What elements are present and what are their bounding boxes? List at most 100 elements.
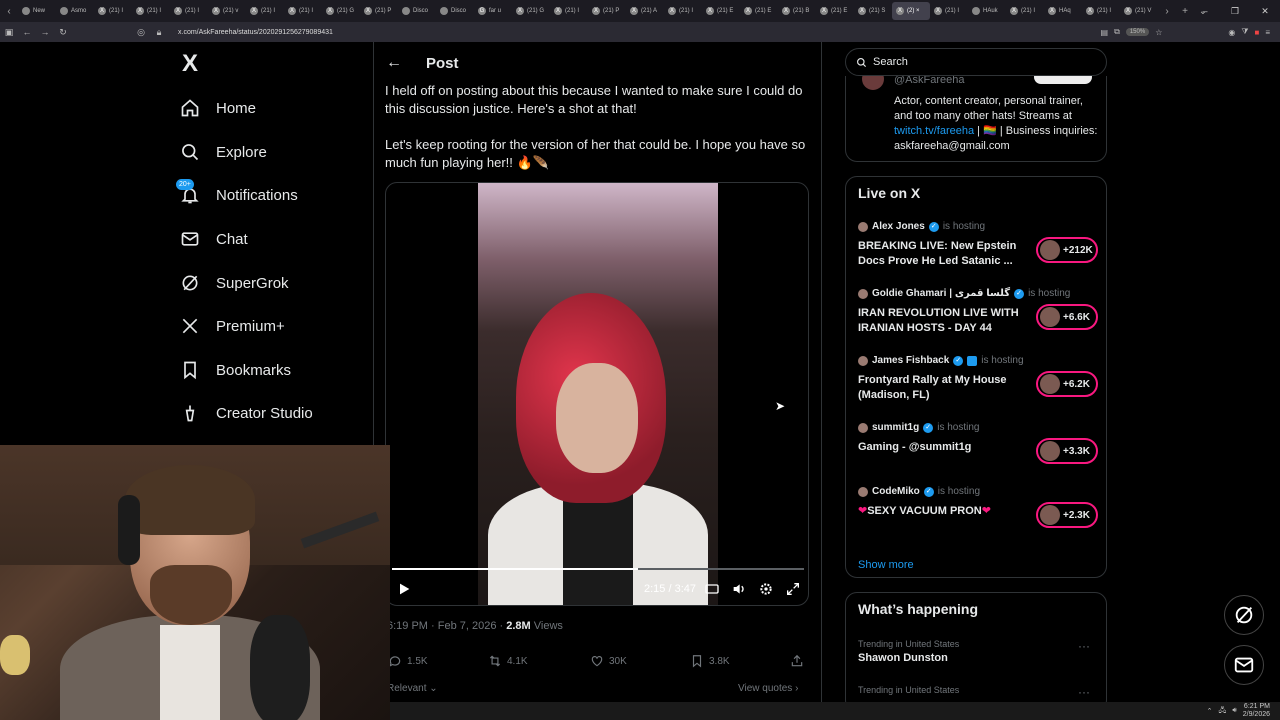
more-options-icon[interactable]: ···	[1078, 639, 1090, 653]
browser-tab[interactable]: X (21) G	[322, 2, 360, 20]
browser-tab[interactable]: X (21) S	[854, 2, 892, 20]
listener-pill[interactable]: +6.2K	[1036, 371, 1098, 397]
search-input[interactable]: Search	[845, 48, 1107, 76]
listener-pill[interactable]: +3.3K	[1036, 438, 1098, 464]
live-item[interactable]: James Fishback ✓ is hosting Frontyard Rally…	[858, 355, 1098, 415]
tab-scroll-left-icon[interactable]: ‹	[0, 6, 18, 17]
minimize-icon[interactable]: –	[1190, 6, 1220, 16]
tab-scroll-right-icon[interactable]: ›	[1158, 6, 1176, 17]
extension-red-icon[interactable]: ■	[1254, 28, 1259, 37]
live-item[interactable]: Goldie Ghamari | گلسا قمری ✓ is hosting IRA…	[858, 288, 1098, 348]
browser-tab[interactable]: X (21) P	[588, 2, 626, 20]
reply-button[interactable]: 1.5K	[388, 654, 428, 668]
volume-tray-icon[interactable]: 🔊︎	[1232, 707, 1236, 715]
url-input[interactable]: x.com/AskFareeha/status/2020291256279089…	[178, 29, 333, 36]
reload-icon[interactable]: ↻	[54, 27, 72, 38]
star-icon[interactable]: ☆	[1155, 28, 1162, 37]
browser-tab[interactable]: Asmo	[56, 2, 94, 20]
browser-tab[interactable]: X (21) I	[550, 2, 588, 20]
show-more-link[interactable]: Show more	[858, 559, 914, 571]
play-icon[interactable]	[396, 581, 412, 597]
menu-icon[interactable]: ≡	[1265, 28, 1270, 37]
tray-chevron-icon[interactable]: ⌃	[1207, 707, 1213, 715]
volume-icon[interactable]	[731, 581, 747, 597]
back-nav-icon[interactable]: ←	[18, 27, 36, 37]
pip-icon[interactable]: ⧉	[1114, 27, 1120, 37]
repost-button[interactable]: 4.1K	[488, 654, 528, 668]
browser-tab[interactable]: Disco	[436, 2, 474, 20]
lock-icon[interactable]: 🔒︎	[150, 27, 168, 38]
browser-tab[interactable]: X (21) v	[208, 2, 246, 20]
listener-pill[interactable]: +2.3K	[1036, 502, 1098, 528]
view-quotes-link[interactable]: View quotes ›	[738, 683, 798, 694]
browser-tab[interactable]: X (21) I	[132, 2, 170, 20]
browser-tab[interactable]: X (21) G	[512, 2, 550, 20]
reply-sort-dropdown[interactable]: Relevant ⌄	[387, 683, 438, 694]
grok-fab-button[interactable]	[1224, 595, 1264, 635]
nav-item-bookmarks[interactable]: Bookmarks	[180, 355, 291, 385]
nav-item-chat[interactable]: Chat	[180, 224, 248, 254]
extensions-icon[interactable]: ⧩	[1241, 27, 1248, 37]
browser-tab[interactable]: X (2) ×	[892, 2, 930, 20]
settings-gear-icon[interactable]	[758, 581, 774, 597]
trend-item[interactable]: Trending in United States ···	[858, 685, 1098, 699]
browser-tab[interactable]: X (21) I	[170, 2, 208, 20]
sidebar-toggle-icon[interactable]: ▣	[0, 27, 18, 38]
like-button[interactable]: 30K	[590, 654, 627, 668]
x-logo-icon[interactable]: X	[182, 52, 206, 76]
nav-item-explore[interactable]: Explore	[180, 137, 267, 167]
network-icon[interactable]: 🖧︎	[1219, 706, 1227, 717]
browser-tab[interactable]: X (21) I	[664, 2, 702, 20]
follow-button[interactable]	[1034, 76, 1092, 84]
listener-pill[interactable]: +212K	[1036, 237, 1098, 263]
back-arrow-icon[interactable]: ←	[386, 54, 406, 72]
messages-fab-button[interactable]	[1224, 645, 1264, 685]
forward-nav-icon[interactable]: →	[36, 27, 54, 37]
bio-link[interactable]: twitch.tv/fareeha	[894, 125, 974, 137]
video-player[interactable]: 2:15 / 3:47	[385, 182, 809, 606]
browser-tab[interactable]: X (21) E	[816, 2, 854, 20]
browser-tab[interactable]: X (21) E	[702, 2, 740, 20]
live-item[interactable]: summit1g ✓ is hosting Gaming - @summit1g +3.…	[858, 422, 1098, 482]
browser-tab[interactable]: X (21) I	[284, 2, 322, 20]
captions-icon[interactable]	[704, 581, 720, 597]
browser-tab[interactable]: X (21) V	[1120, 2, 1158, 20]
listener-pill[interactable]: +6.6K	[1036, 304, 1098, 330]
nav-item-premium[interactable]: Premium+	[180, 311, 285, 341]
share-button[interactable]	[790, 654, 804, 668]
browser-tab[interactable]: X (21) B	[778, 2, 816, 20]
browser-tab[interactable]: X HAq	[1044, 2, 1082, 20]
profile-handle[interactable]: @AskFareeha	[894, 76, 964, 86]
close-window-icon[interactable]: ✕	[1250, 6, 1280, 17]
reader-icon[interactable]: ▤	[1101, 28, 1109, 37]
restore-icon[interactable]: ❐	[1220, 6, 1250, 17]
browser-tab[interactable]: X (21) P	[360, 2, 398, 20]
browser-tab[interactable]: X (21) I	[94, 2, 132, 20]
video-progress-bar[interactable]	[392, 568, 804, 570]
profile-avatar[interactable]	[862, 76, 884, 90]
browser-tab[interactable]: X (21) I	[1082, 2, 1120, 20]
browser-tab[interactable]: HAuk	[968, 2, 1006, 20]
live-item[interactable]: Alex Jones ✓ is hosting BREAKING LIVE: New …	[858, 221, 1098, 281]
nav-item-creator-studio[interactable]: Creator Studio	[180, 398, 313, 428]
browser-tab[interactable]: X (21) I	[1006, 2, 1044, 20]
taskbar-clock[interactable]: 6:21 PM 2/9/2026	[1243, 703, 1270, 719]
nav-item-home[interactable]: Home	[180, 93, 256, 123]
shield-icon[interactable]: ◎	[132, 27, 150, 38]
browser-tab[interactable]: New	[18, 2, 56, 20]
browser-tab[interactable]: Gfar u	[474, 2, 512, 20]
fullscreen-icon[interactable]	[785, 581, 801, 597]
live-item[interactable]: CodeMiko ✓ is hosting ❤SEXY VACUUM PRON❤ +2.…	[858, 486, 1098, 546]
browser-tab[interactable]: X (21) I	[930, 2, 968, 20]
bookmark-button[interactable]: 3.8K	[690, 654, 730, 668]
browser-tab[interactable]: Disco	[398, 2, 436, 20]
browser-tab[interactable]: X (21) A	[626, 2, 664, 20]
browser-tab[interactable]: X (21) I	[246, 2, 284, 20]
zoom-level-badge[interactable]: 150%	[1125, 28, 1150, 36]
browser-tab[interactable]: X (21) E	[740, 2, 778, 20]
more-options-icon[interactable]: ···	[1078, 685, 1090, 699]
nav-item-notifications[interactable]: 20+ Notifications	[176, 179, 298, 210]
account-icon[interactable]: ◉	[1228, 28, 1235, 37]
trend-item[interactable]: Trending in United States Shawon Dunston…	[858, 639, 1098, 664]
nav-item-supergrok[interactable]: SuperGrok	[180, 268, 289, 298]
